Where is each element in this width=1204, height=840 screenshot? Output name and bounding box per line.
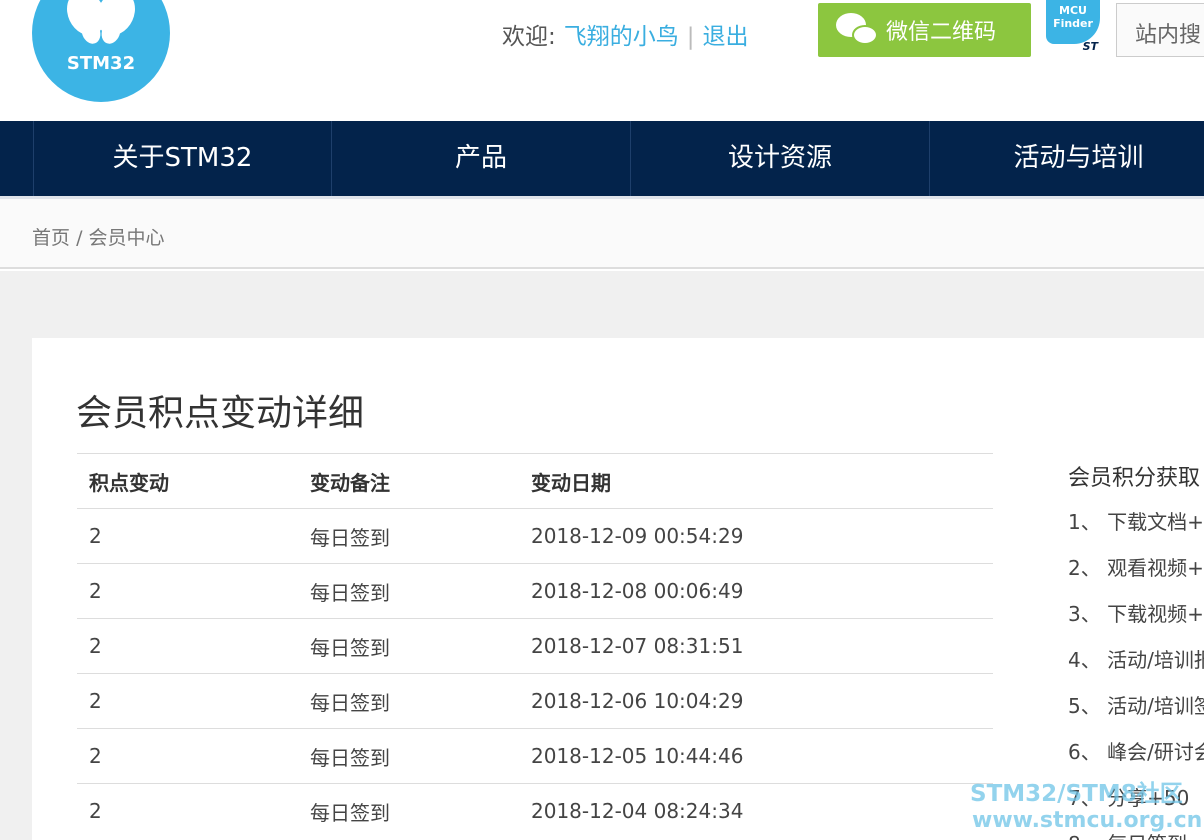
column-header-date: 变动日期 [519, 453, 993, 509]
table-header-row: 积点变动 变动备注 变动日期 [77, 453, 993, 509]
cell-date: 2018-12-08 00:06:49 [519, 563, 993, 619]
cell-points: 2 [77, 783, 298, 839]
watermark-line2: www.stmcu.org.cn [972, 808, 1203, 833]
site-search-input[interactable]: 站内搜 [1116, 3, 1204, 57]
sidebar-rule-item: 3、 下载视频+ [1068, 602, 1204, 626]
table-row: 2 每日签到 2018-12-05 10:44:46 [77, 728, 993, 784]
sidebar-rule-item: 4、 活动/培训报 [1068, 648, 1204, 672]
cell-points: 2 [77, 563, 298, 619]
sidebar-rule-item: 6、 峰会/研讨会 [1068, 740, 1204, 764]
column-header-remark: 变动备注 [298, 453, 519, 509]
breadcrumb-separator: / [76, 227, 83, 249]
cell-points: 2 [77, 618, 298, 674]
main-nav: 关于STM32 产品 设计资源 活动与培训 [0, 121, 1204, 196]
stm32-logo[interactable]: STM32 [32, 0, 170, 102]
nav-item-design-resources[interactable]: 设计资源 [630, 121, 929, 196]
breadcrumb: 首页 / 会员中心 [32, 223, 165, 250]
wechat-button-label: 微信二维码 [886, 20, 997, 45]
mcu-finder-line1: MCU [1059, 4, 1087, 17]
table-row: 2 每日签到 2018-12-08 00:06:49 [77, 563, 993, 619]
cell-points: 2 [77, 728, 298, 784]
cell-remark: 每日签到 [298, 508, 519, 564]
username-link[interactable]: 飞翔的小鸟 [564, 24, 679, 50]
nav-item-about[interactable]: 关于STM32 [33, 121, 331, 196]
cell-remark: 每日签到 [298, 618, 519, 674]
cell-points: 2 [77, 673, 298, 729]
table-row: 2 每日签到 2018-12-04 08:24:34 [77, 783, 993, 839]
cell-date: 2018-12-05 10:44:46 [519, 728, 993, 784]
member-points-panel: 会员积点变动详细 积点变动 变动备注 变动日期 2 每日签到 2018-12-0… [32, 338, 1204, 840]
sidebar-title: 会员积分获取 [1068, 466, 1201, 491]
separator: | [686, 24, 695, 50]
welcome-label: 欢迎: [502, 24, 556, 50]
breadcrumb-current: 会员中心 [88, 227, 165, 249]
points-table: 积点变动 变动备注 变动日期 2 每日签到 2018-12-09 00:54:2… [77, 453, 993, 839]
table-row: 2 每日签到 2018-12-09 00:54:29 [77, 508, 993, 564]
cell-date: 2018-12-04 08:24:34 [519, 783, 993, 839]
sidebar-rule-item: 5、 活动/培训签 [1068, 694, 1204, 718]
welcome-area: 欢迎: 飞翔的小鸟 | 退出 [502, 17, 749, 51]
breadcrumb-bar: 首页 / 会员中心 [0, 199, 1204, 269]
cell-points: 2 [77, 508, 298, 564]
table-row: 2 每日签到 2018-12-06 10:04:29 [77, 673, 993, 729]
table-row: 2 每日签到 2018-12-07 08:31:51 [77, 618, 993, 674]
column-header-points: 积点变动 [77, 453, 298, 509]
nav-item-products[interactable]: 产品 [331, 121, 630, 196]
cell-date: 2018-12-07 08:31:51 [519, 618, 993, 674]
cell-date: 2018-12-06 10:04:29 [519, 673, 993, 729]
logout-link[interactable]: 退出 [703, 24, 749, 50]
logo-text: STM32 [66, 53, 136, 74]
mcu-finder-badge: MCU Finder [1046, 0, 1100, 44]
mcu-finder-icon[interactable]: MCU Finder ST [1046, 0, 1102, 53]
wechat-icon [836, 13, 880, 47]
page-title: 会员积点变动详细 [76, 393, 365, 434]
cell-remark: 每日签到 [298, 673, 519, 729]
cell-remark: 每日签到 [298, 783, 519, 839]
st-brand: ST [1082, 40, 1098, 53]
cell-date: 2018-12-09 00:54:29 [519, 508, 993, 564]
sidebar-rule-item: 1、 下载文档+ [1068, 510, 1204, 534]
cell-remark: 每日签到 [298, 728, 519, 784]
top-header: STM32 欢迎: 飞翔的小鸟 | 退出 微信二维码 MCU Finder ST 站内… [0, 0, 1204, 121]
wechat-qrcode-button[interactable]: 微信二维码 [818, 3, 1031, 57]
site-watermark: STM32/STM8社区 www.stmcu.org.cn [970, 780, 1204, 834]
mcu-finder-line2: Finder [1053, 17, 1093, 30]
breadcrumb-home[interactable]: 首页 [32, 227, 70, 249]
watermark-line1: STM32/STM8社区 [970, 781, 1183, 807]
nav-item-events-training[interactable]: 活动与培训 [929, 121, 1204, 196]
cell-remark: 每日签到 [298, 563, 519, 619]
sidebar-rule-item: 2、 观看视频+ [1068, 556, 1204, 580]
